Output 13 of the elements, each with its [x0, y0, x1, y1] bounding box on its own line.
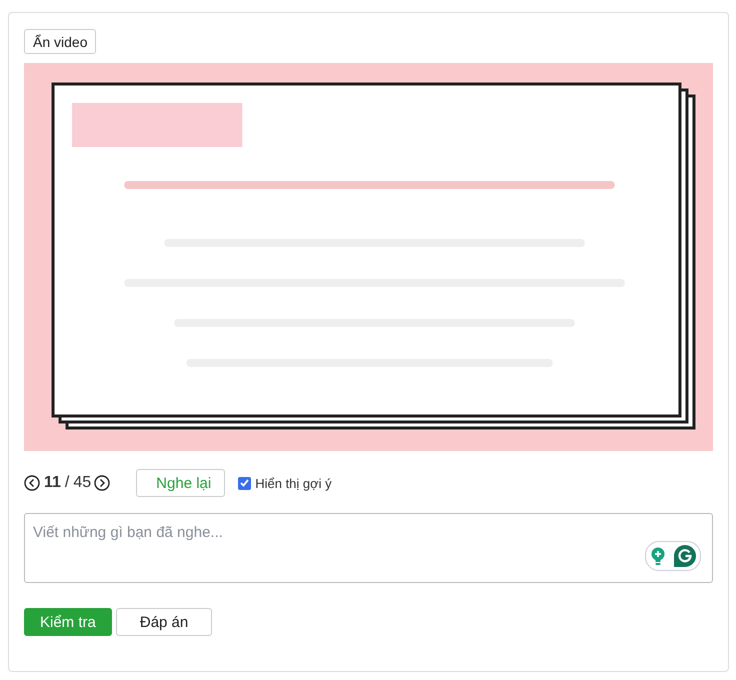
bulb-icon[interactable]	[650, 547, 664, 565]
toggle-video-button[interactable]: Ẩn video	[24, 29, 96, 54]
answer-button[interactable]: Đáp án	[116, 608, 212, 636]
previous-icon[interactable]	[24, 475, 40, 491]
total-number: 45	[73, 474, 92, 492]
hint-label: Hiển thị gợi ý	[255, 476, 332, 490]
separator: /	[64, 474, 70, 492]
answer-field[interactable]: Viết những gì bạn đã nghe...	[24, 513, 713, 583]
next-icon[interactable]	[94, 475, 110, 491]
assistant-logo-icon[interactable]	[674, 545, 696, 567]
hint-checkbox[interactable]	[238, 476, 252, 490]
current-number: 11	[44, 474, 61, 492]
writing-assistant-widget[interactable]	[645, 541, 701, 571]
